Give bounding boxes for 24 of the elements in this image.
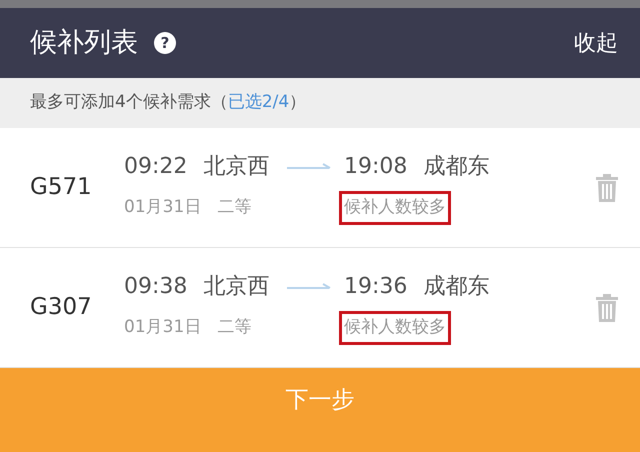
seat-class: 二等 xyxy=(217,196,252,220)
departure-station: 北京西 xyxy=(203,153,270,182)
list-title: 候补列表 xyxy=(30,26,138,60)
help-icon[interactable]: ? xyxy=(154,32,176,54)
arrival-station: 成都东 xyxy=(423,153,490,182)
travel-date: 01月31日 xyxy=(124,196,202,220)
seat-class: 二等 xyxy=(217,316,252,340)
delete-icon[interactable] xyxy=(596,174,618,202)
arrival-time: 19:36 xyxy=(344,273,408,302)
arrival-time: 19:08 xyxy=(344,153,408,182)
waitlist-status: 候补人数较多 xyxy=(339,311,451,345)
departure-time: 09:22 xyxy=(124,153,188,182)
delete-icon[interactable] xyxy=(596,294,618,322)
travel-date: 01月31日 xyxy=(124,316,202,340)
arrow-icon xyxy=(287,162,332,171)
collapse-button[interactable]: 收起 xyxy=(574,26,618,60)
departure-time: 09:38 xyxy=(124,273,188,302)
departure-station: 北京西 xyxy=(203,273,270,302)
train-number: G307 xyxy=(30,293,93,322)
arrival-station: 成都东 xyxy=(423,273,490,302)
arrow-icon xyxy=(287,282,332,291)
limit-notice: 最多可添加4个候补需求（已选2/4） xyxy=(30,91,306,114)
train-number: G571 xyxy=(30,173,93,202)
waitlist-status: 候补人数较多 xyxy=(339,191,451,225)
